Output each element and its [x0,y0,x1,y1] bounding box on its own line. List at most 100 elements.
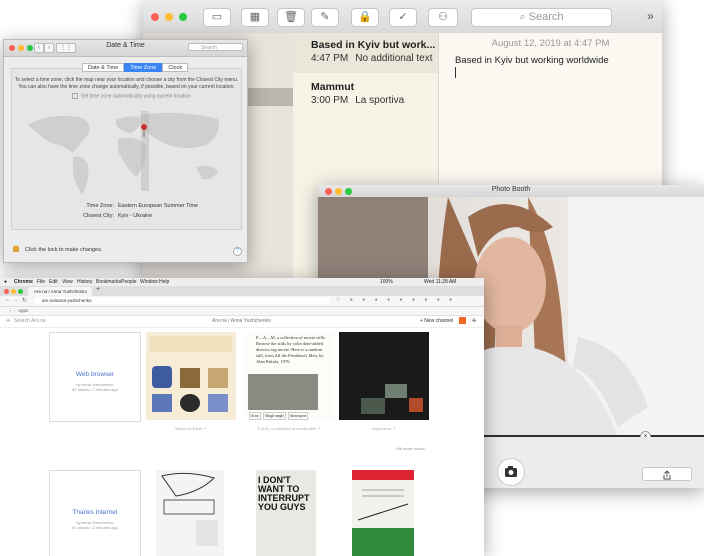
chrome-window: ● Chrome File Edit View History Bookmark… [0,278,484,556]
camera-shutter-button[interactable] [497,458,525,486]
checkbox-label: Set time zone automatically using curren… [81,93,192,100]
image-block-bread-on-earth[interactable] [146,332,236,420]
image-block-poster[interactable]: I DON'T WANT TO INTERRUPT YOU GUYS [256,470,316,556]
tag[interactable]: #city [249,412,261,420]
menu-item-chrome[interactable]: Chrome [14,278,33,286]
arena-search-input[interactable]: Search Are.na [14,315,46,327]
world-map[interactable] [18,105,235,200]
hint-line: To select a time zone, click the map nea… [14,77,239,83]
note-time: 4:47 PM [311,53,349,64]
tag[interactable]: #high-angle [263,412,287,420]
minimize-button[interactable] [11,288,16,294]
image-header [150,336,232,352]
minimize-button[interactable] [165,12,173,21]
image-tile [409,398,423,412]
remove-photo-button[interactable]: × [640,431,651,437]
add-people-icon[interactable]: ⚇ [428,8,458,27]
tab-strip: Are.na / Anna Yushchenko + [0,286,484,296]
date-time-titlebar: ‹ › ⋮⋮ Date & Time Search [4,40,247,57]
lock-text: Click the lock to make changes. [25,247,103,253]
image-tile [208,368,228,388]
share-icon [663,470,671,480]
chevron-right-icon[interactable]: » [647,9,654,23]
hint-line: You can also have the time zone change a… [18,84,235,90]
more-blocks-link[interactable]: +86 more blocks [390,446,430,451]
menu-item-help[interactable]: Help [159,278,169,286]
apps-icon[interactable]: ⋮⋮ [8,308,17,313]
apple-icon[interactable]: ● [4,278,7,286]
auto-timezone-checkbox[interactable]: Set time zone automatically using curren… [72,93,191,99]
text-caret [455,67,456,78]
channel-block[interactable]: Web browser by Anna Yushchenko 81 blocks… [49,332,141,422]
checkbox-icon[interactable] [72,93,78,99]
block-caption[interactable]: F-A-M, a collection of movie stills ↗ [244,426,334,431]
bookmark-apps[interactable]: Apps [18,308,28,313]
new-tab-icon[interactable]: + [96,286,100,293]
menu-item-view[interactable]: View [62,278,73,286]
poster-image [352,470,414,556]
lock-icon[interactable] [13,246,19,252]
reload-icon[interactable]: ↻ [22,297,27,304]
menubar-clock[interactable]: Wed 11:28 AM [424,278,456,286]
menu-item-window[interactable]: Window [140,278,158,286]
channel-block[interactable]: Thanks Internet by Anna Yushchenko 81 bl… [49,470,141,556]
browser-tab[interactable]: Are.na / Anna Yushchenko [28,287,92,296]
time-zone-panel: To select a time zone, click the map nea… [11,68,242,230]
tab-clock[interactable]: Clock [162,63,189,72]
gallery-view-icon[interactable]: ▦ [241,8,269,27]
new-channel-button[interactable]: + New channel [420,315,453,327]
arena-menu-icon[interactable]: ✣ [472,315,476,327]
menu-item-bookmarks[interactable]: Bookmarks [96,278,121,286]
tab-bar: Date & Time Time Zone Clock [82,63,189,72]
back-icon[interactable]: ← [5,297,11,303]
search-input[interactable]: ⌕ Search [471,8,612,27]
note-body[interactable]: Based in Kyiv but working worldwide [455,55,609,66]
url-input[interactable]: are.na/anna-yushchenko [34,297,330,304]
image-tile [385,384,407,398]
help-button[interactable]: ? [233,247,242,256]
delete-icon[interactable]: 🗑 [277,8,305,27]
block-caption[interactable]: Bread on Earth ↗ [146,426,236,431]
closest-city-select[interactable]: Kyiv - Ukraine [118,213,152,219]
search-placeholder: Search [201,45,217,51]
image-tile [180,368,200,388]
list-item[interactable]: Based in Kyiv but work... 4:47 PM No addi… [293,33,438,73]
tag[interactable]: #transport [288,412,309,420]
list-item[interactable]: Mammut 3:00 PM La sportiva [293,75,438,115]
sidebar-toggle-icon[interactable]: ▭ [203,8,231,27]
breadcrumb[interactable]: Are.na / Anna Yushchenko [212,315,271,327]
notes-toolbar: ▭ ▦ 🗑 ✎ 🔒 ✓ ⚇ ⌕ Search » [143,0,662,34]
photo-booth-controls [484,455,704,488]
image-block-poster[interactable] [352,470,414,556]
tab-time-zone[interactable]: Time Zone [124,63,163,72]
menu-item-file[interactable]: File [37,278,45,286]
menu-item-edit[interactable]: Edit [49,278,58,286]
block-caption[interactable]: Imprimeria ↗ [339,426,429,431]
close-button[interactable] [4,288,9,294]
arena-logo-icon[interactable]: ✣ [6,315,10,327]
zoom-button[interactable] [179,12,187,21]
checklist-icon[interactable]: ✓ [389,8,417,27]
channel-title: Thanks Internet [72,509,118,516]
image-tile [180,394,200,412]
instruction-text: To select a time zone, click the map nea… [12,77,241,91]
search-input[interactable]: Search [188,43,243,51]
menu-item-history[interactable]: History [77,278,93,286]
image-block-poster[interactable] [156,470,224,556]
image-tile [361,398,385,414]
notifications-icon[interactable] [459,317,466,324]
note-time: 3:00 PM [311,95,349,106]
zoom-button[interactable] [18,288,23,294]
extension-icons[interactable]: ☆ ● ● ● ● ● ● ● ● ● [336,297,456,303]
image-tile [208,394,228,412]
forward-icon[interactable]: → [13,297,19,303]
image-block-imprimeria[interactable] [339,332,429,420]
tab-date-time[interactable]: Date & Time [82,63,125,72]
lock-icon[interactable]: 🔒 [351,8,379,27]
share-button[interactable] [642,467,692,481]
close-button[interactable] [151,12,159,21]
menu-item-people[interactable]: People [121,278,137,286]
text-block-movie-stills[interactable]: F—A—M, a collection of movie stills. Bro… [244,332,334,420]
compose-icon[interactable]: ✎ [311,8,339,27]
note-title: Mammut [311,81,355,93]
